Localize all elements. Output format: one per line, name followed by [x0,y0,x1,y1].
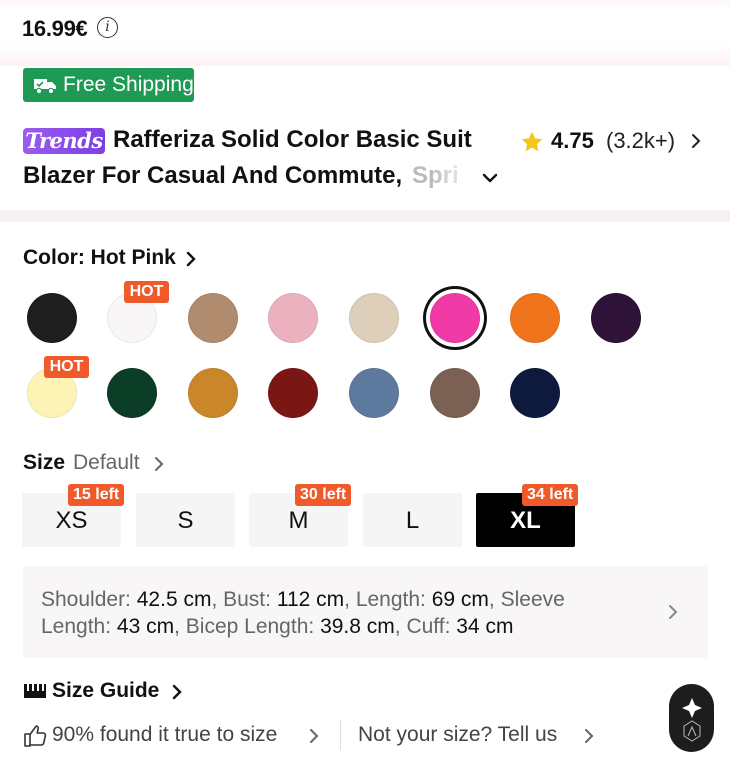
color-swatch[interactable] [591,293,641,343]
color-swatch[interactable] [510,293,560,343]
price-bar: 16.99€ i [0,0,730,66]
free-shipping-badge: Free Shipping [23,68,194,102]
not-your-size-link[interactable]: Not your size? Tell us [358,723,557,747]
color-swatch[interactable] [268,368,318,418]
color-swatch[interactable] [510,368,560,418]
color-swatch[interactable] [268,293,318,343]
shoulder-value: 42.5 cm [136,588,212,611]
length-value: 69 cm [431,588,489,611]
info-icon[interactable]: i [97,17,118,38]
bust-label: Bust: [223,588,271,611]
free-shipping-label: Free Shipping [63,73,194,96]
sparkle-icon [681,698,702,742]
hot-tag: HOT [44,356,89,378]
section-divider [0,210,730,222]
measurements-panel[interactable]: Shoulder: 42.5 cm, Bust: 112 cm, Length:… [23,566,708,658]
chevron-right-icon[interactable] [582,727,596,745]
star-icon [521,131,543,152]
product-title-line2: Blazer For Casual And Commute, [23,162,403,189]
stock-left-tag: 34 left [522,484,579,506]
color-swatch[interactable] [349,368,399,418]
product-title-line1: Rafferiza Solid Color Basic Suit [113,126,472,153]
chevron-right-icon[interactable] [666,602,680,622]
floating-assistant-button[interactable] [669,684,714,752]
product-title-overflow: Spri [412,162,459,189]
size-option-s[interactable]: S [136,493,235,547]
sleeve-value: 43 cm [116,615,175,638]
color-swatch[interactable] [349,293,399,343]
review-count[interactable]: (3.2k+) [606,128,675,154]
color-label[interactable]: Color: Hot Pink [23,246,176,270]
bust-value: 112 cm [276,588,345,611]
color-swatch[interactable] [188,368,238,418]
bicep-value: 39.8 cm [320,615,395,638]
hot-tag: HOT [124,281,169,303]
color-swatch[interactable] [430,293,480,343]
truck-icon [34,79,56,95]
ruler-icon [24,684,46,698]
chevron-right-icon[interactable] [170,683,184,701]
rating-value[interactable]: 4.75 [551,128,594,154]
size-label: Size [23,451,66,474]
size-option-l[interactable]: L [363,493,462,547]
cuff-label: Cuff: [406,615,451,638]
expand-title-icon[interactable] [480,168,500,188]
length-label: Length: [355,588,426,611]
color-swatch[interactable] [27,293,77,343]
thumbs-up-icon [24,725,47,747]
shoulder-label: Shoulder: [41,588,131,611]
size-default-label[interactable]: Default [73,451,140,475]
divider [340,720,341,750]
bicep-label: Bicep Length: [185,615,315,638]
chevron-right-icon[interactable] [688,132,704,150]
true-to-size-text[interactable]: 90% found it true to size [52,723,277,747]
color-swatch[interactable] [188,293,238,343]
stock-left-tag: 15 left [68,484,125,506]
chevron-right-icon[interactable] [183,250,199,268]
measurements-text: Shoulder: 42.5 cm, Bust: 112 cm, Length:… [41,588,565,638]
trends-badge[interactable]: Trends [23,128,105,154]
stock-left-tag: 30 left [295,484,352,506]
price: 16.99€ [22,16,88,41]
color-swatch[interactable] [430,368,480,418]
size-guide-link[interactable]: Size Guide [52,679,159,703]
color-swatch[interactable] [107,368,157,418]
cuff-value: 34 cm [456,615,514,638]
chevron-right-icon[interactable] [152,455,166,473]
chevron-right-icon[interactable] [307,727,321,745]
